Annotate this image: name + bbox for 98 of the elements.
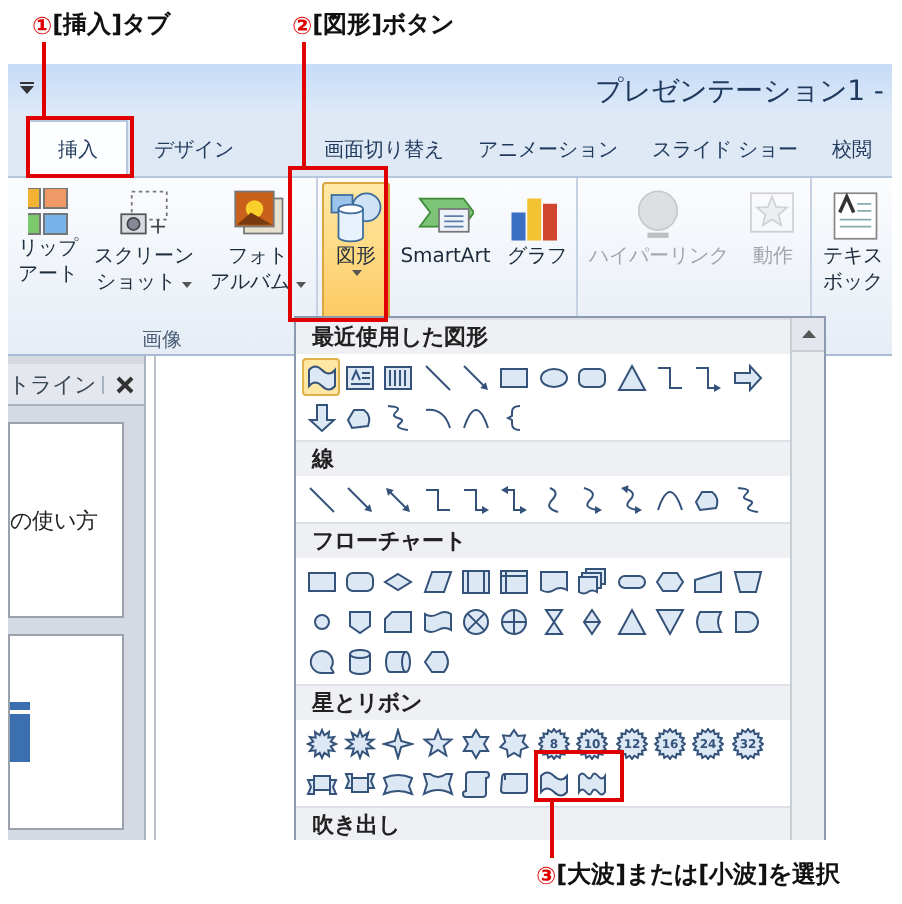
down-arrow-icon: [305, 401, 337, 433]
close-icon[interactable]: [115, 375, 133, 393]
line-icon: [421, 361, 454, 393]
document-icon: [537, 565, 570, 597]
double-arrow-icon: [382, 483, 415, 515]
off-page-icon: [343, 605, 376, 637]
group-label: 画像: [142, 328, 183, 354]
punched-tape-icon: [421, 605, 454, 637]
elbow-arrow-icon: [692, 361, 725, 393]
star-7-icon: [498, 727, 531, 759]
shape-button[interactable]: [418, 724, 457, 762]
delay-icon: [731, 605, 764, 637]
shape-button[interactable]: [340, 724, 379, 762]
direct-access-icon: [382, 645, 415, 677]
window-title: プレゼンテーション1 -: [595, 74, 884, 110]
card-icon: [382, 605, 415, 637]
shape-button[interactable]: [302, 398, 340, 436]
step-number: ①: [32, 11, 53, 39]
ribbon-button[interactable]: スクリーン ショット: [88, 182, 200, 326]
ribbon-tab[interactable]: アニメーション: [464, 120, 632, 176]
predefined-process-icon: [460, 565, 493, 597]
annotation-text: [図形]ボタン: [312, 8, 455, 42]
manual-input-icon: [692, 565, 725, 597]
elbow-double-arrow-icon: [498, 483, 531, 515]
annotation-text: [大波]または[小波]を選択: [556, 858, 841, 892]
highlight-frame: [534, 750, 624, 802]
shape-button[interactable]: [302, 358, 340, 396]
ribbon-button[interactable]: リップ アート: [12, 182, 84, 326]
ribbon-tab[interactable]: 校閲: [818, 120, 887, 176]
ribbon-up-icon: [343, 767, 376, 799]
explosion-2-icon: [343, 727, 376, 759]
shape-button[interactable]: [495, 724, 534, 762]
triangle-icon: [615, 361, 648, 393]
caret-icon: [351, 270, 362, 276]
slide-thumbnail[interactable]: の使い方: [8, 422, 124, 618]
scroll-up-button[interactable]: [792, 318, 824, 352]
step-number: ③: [536, 861, 557, 889]
elbow-icon: [421, 483, 454, 515]
ribbon-tab[interactable]: 挿入: [28, 120, 128, 176]
cylinder-icon: [343, 645, 376, 677]
line-icon: [305, 483, 337, 515]
up-arrow-icon: [801, 330, 815, 338]
multidocument-icon: [576, 565, 609, 597]
double-wave-icon: [576, 767, 609, 799]
explosion-icon: [305, 727, 337, 759]
caret-icon: [182, 282, 193, 288]
leader-line: [302, 42, 306, 166]
ribbon-tab[interactable]: 画面切り替え: [310, 120, 458, 176]
shape-button[interactable]: [302, 724, 340, 762]
elbow-arrow-icon: [460, 483, 493, 515]
curved-ribbon-up-icon: [421, 767, 454, 799]
elbow-icon: [654, 361, 687, 393]
section-header: 星とリボン: [296, 684, 790, 720]
shapes-icon: [328, 188, 385, 244]
step-number: ②: [292, 11, 313, 39]
textbox-icon: [343, 361, 376, 393]
ribbon-tab[interactable]: デザイン: [140, 120, 248, 176]
shape-button[interactable]: [379, 724, 418, 762]
shape-button[interactable]: [457, 724, 496, 762]
annotation-text: [挿入]タブ: [52, 8, 171, 42]
star-6-icon: [460, 727, 493, 759]
inverted-triangle-icon: [654, 605, 687, 637]
shape-button[interactable]: [573, 562, 612, 600]
slide-text: の使い方: [10, 505, 98, 535]
summing-junction-icon: [460, 605, 493, 637]
leader-line: [42, 42, 46, 118]
caret-icon: [296, 282, 307, 288]
vertical-textbox-icon: [382, 361, 415, 393]
star-5-icon: [421, 727, 454, 759]
or-icon: [498, 605, 531, 637]
triangle-icon: [615, 605, 648, 637]
section-header: フローチャート: [296, 522, 790, 558]
leader-line: [550, 802, 554, 858]
shape-button[interactable]: [728, 358, 767, 396]
sequential-access-icon: [305, 645, 337, 677]
wave-icon: [537, 767, 570, 799]
stored-data-icon: [692, 605, 725, 637]
arrow-line-icon: [343, 483, 376, 515]
slide-thumbnail[interactable]: [8, 634, 124, 830]
display-icon: [421, 645, 454, 677]
parallelogram-icon: [421, 565, 454, 597]
highlight-frame: [26, 116, 134, 178]
horizontal-scroll-icon: [498, 767, 531, 799]
quick-access-menu-icon[interactable]: [20, 82, 34, 94]
section-header: 線: [296, 440, 790, 476]
image-icon: [10, 702, 30, 762]
clipart-icon: [28, 188, 68, 236]
vertical-scroll-icon: [460, 767, 493, 799]
section-header: 最近使用した図形: [296, 318, 790, 354]
right-arrow-icon: [731, 361, 764, 393]
wave-icon: [305, 361, 337, 393]
section-header: 吹き出し: [296, 806, 790, 840]
arrow-line-icon: [460, 361, 493, 393]
ribbon-tab[interactable]: スライド ショー: [638, 120, 813, 176]
star-4-icon: [382, 727, 415, 759]
manual-operation-icon: [731, 565, 764, 597]
ribbon-button[interactable]: テキス ボック: [816, 182, 889, 326]
internal-storage-icon: [498, 565, 531, 597]
